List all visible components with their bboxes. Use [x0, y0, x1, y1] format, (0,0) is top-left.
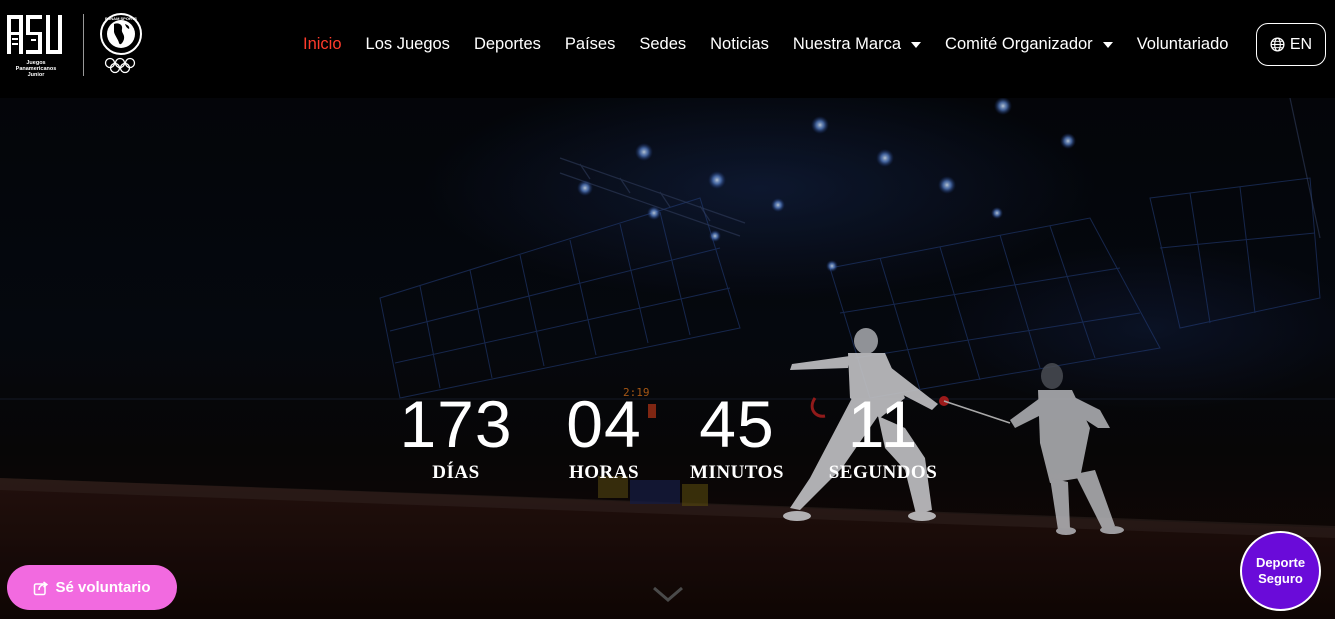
nav-item-sedes[interactable]: Sedes [639, 35, 686, 54]
logo-caption: Juegos Panamericanos Junior [6, 60, 66, 78]
asu-logo-mark [7, 15, 62, 54]
caret-down-icon [1102, 41, 1113, 48]
volunteer-button[interactable]: Sé voluntario [7, 565, 177, 610]
hero-fencing-background: 2:19 [0, 98, 1335, 619]
logo-divider [83, 14, 84, 76]
nav-item-nuestra-marca[interactable]: Nuestra Marca [792, 35, 922, 54]
nav-item-label: Noticias [710, 35, 769, 53]
countdown: 173 DÍAS 04 HORAS 45 MINUTOS 11 SEGUNDOS [0, 388, 1335, 488]
panam-sports-emblem: PANAM SPORTS [100, 13, 142, 74]
panam-sports-text: PANAM SPORTS [105, 16, 137, 21]
language-button[interactable]: EN [1256, 23, 1326, 66]
nav-item-label: Los Juegos [365, 35, 450, 53]
nav-item-inicio[interactable]: Inicio [303, 35, 342, 54]
nav-item-label: Comité Organizador [945, 35, 1093, 53]
games-logo[interactable]: Juegos Panamericanos Junior [6, 12, 66, 80]
main-nav: Inicio Los Juegos Deportes Países Sedes Notic… [303, 35, 1252, 54]
nav-item-label: Inicio [303, 35, 342, 53]
globe-icon [1270, 37, 1285, 52]
nav-item-label: Nuestra Marca [792, 35, 902, 53]
nav-item-comite-organizador[interactable]: Comité Organizador [945, 35, 1113, 54]
nav-item-paises[interactable]: Países [565, 35, 615, 54]
nav-item-noticias[interactable]: Noticias [710, 35, 769, 54]
logo-caption-line2: Junior [27, 72, 45, 78]
page: Juegos Panamericanos Junior PANAM SPORTS [0, 0, 1335, 619]
hero-section: 2:19 173 DÍAS 04 HORAS 45 MINUTOS 11 SEG… [0, 98, 1335, 619]
logo-group[interactable]: Juegos Panamericanos Junior PANAM SPORTS [6, 12, 147, 80]
countdown-value: 11 [847, 387, 919, 461]
nav-item-label: Deportes [473, 35, 541, 53]
nav-item-label: Voluntariado [1136, 35, 1229, 53]
safe-sport-line1: Deporte [1255, 555, 1306, 570]
safe-sport-line2: Seguro [1258, 571, 1303, 586]
share-icon [33, 580, 49, 596]
nav-item-label: Sedes [639, 35, 687, 53]
panam-sports-logo[interactable]: PANAM SPORTS [99, 12, 147, 78]
nav-item-deportes[interactable]: Deportes [474, 35, 541, 54]
nav-item-voluntariado[interactable]: Voluntariado [1137, 35, 1229, 54]
caret-down-icon [911, 41, 922, 48]
nav-item-los-juegos[interactable]: Los Juegos [366, 35, 450, 54]
nav-item-label: Países [564, 35, 616, 53]
site-header: Juegos Panamericanos Junior PANAM SPORTS [0, 0, 1335, 98]
safe-sport-button[interactable]: Deporte Seguro [1240, 531, 1321, 611]
language-label: EN [1289, 35, 1313, 53]
volunteer-button-label: Sé voluntario [55, 579, 151, 596]
logo-caption-line1: Juegos Panamericanos [15, 60, 57, 72]
countdown-unit: 11 SEGUNDOS [788, 388, 978, 484]
countdown-label: SEGUNDOS [828, 462, 938, 483]
chevron-down-icon[interactable] [651, 584, 685, 609]
